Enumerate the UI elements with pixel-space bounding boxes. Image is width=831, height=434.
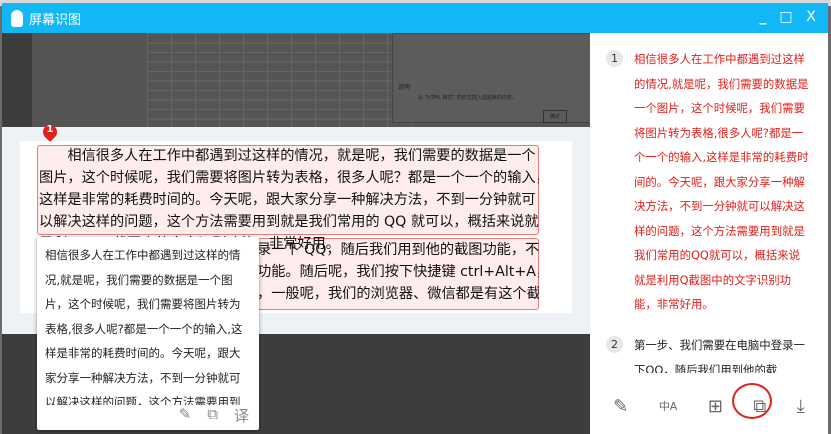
maximize-button[interactable]: □ — [777, 9, 795, 25]
screenshot-background: 说明 以 “HTML 格式” 的形式插入剪贴板的内容。 确定 — [32, 33, 590, 127]
highlight-circle — [732, 383, 772, 419]
ocr-popup: 相信很多人在工作中都遇到过这样的情况,就是呢，我们需要的数据是一个图片，这个时候… — [37, 237, 259, 430]
result-text[interactable]: 第一步、我们需要在电脑中登录一下QQ，随后我们用到他的截 — [634, 333, 810, 373]
result-text[interactable]: 相信很多人在工作中都遇到过这样的情况,就是呢，我们需要的数据是一个图片，这个时候… — [634, 47, 810, 317]
result-number: 2 — [606, 336, 623, 353]
screen-ocr-window: 屏幕识图 _ □ X 说明 以 “HTML 格式” 的形式插入剪贴板的内容。 确… — [2, 3, 828, 434]
dialog-text: 以 “HTML 格式” 的形式插入剪贴板的内容。 — [418, 95, 517, 101]
doc-line: 图片，这个时候呢，我们需要将图片转为表格，很多人呢？都是一个一个的输入， — [39, 170, 539, 186]
close-button[interactable]: X — [802, 9, 820, 25]
minimize-button[interactable]: _ — [754, 9, 772, 25]
doc-line: 录一下 QQ，随后我们用到他的截图功能，不 — [257, 242, 539, 258]
dialog-button: 确定 — [543, 110, 568, 123]
copy-icon[interactable]: ⧉ — [207, 405, 218, 426]
edit-icon[interactable]: ✎ — [613, 396, 628, 417]
block2-text: 录一下 QQ，随后我们用到他的截图功能，不 功能。随后呢，我们按下快捷键 ctr… — [257, 239, 539, 305]
result-item[interactable]: 1 相信很多人在工作中都遇到过这样的情况,就是呢，我们需要的数据是一个图片，这个… — [606, 47, 816, 317]
popup-text: 相信很多人在工作中都遇到过这样的情况,就是呢，我们需要的数据是一个图片，这个时候… — [45, 248, 243, 405]
translate-icon[interactable]: 中A — [659, 398, 678, 414]
title-bar[interactable]: 屏幕识图 _ □ X — [2, 3, 828, 33]
doc-line: 相信很多人在工作中都遇到过这样的情况，就是呢，我们需要的数据是一个 — [39, 148, 536, 164]
dialog-background: 说明 以 “HTML 格式” 的形式插入剪贴板的内容。 确定 — [392, 33, 590, 123]
result-number: 1 — [606, 50, 623, 67]
qq-logo-icon — [11, 9, 23, 27]
doc-line: ，一般呢，我们的浏览器、微信都是有这个截 — [257, 286, 539, 302]
doc-line: 以解决这样的问题，这个方法需要用到就是我们常用的 QQ 就可以，概括来说就 — [39, 214, 539, 230]
dialog-label: 说明 — [398, 84, 411, 91]
results-panel: 1 相信很多人在工作中都遇到过这样的情况,就是呢，我们需要的数据是一个图片，这个… — [590, 33, 828, 434]
bottom-toolbar: ✎ 中A ⊞ ⧉ ⤓ — [590, 378, 828, 434]
doc-line: 这样是非常的耗费时间的。今天呢，跟大家分享一种解决方法，不到一分钟就可 — [39, 192, 536, 208]
block-marker-number: 1 — [46, 124, 54, 135]
translate-button[interactable]: 译 — [234, 405, 249, 426]
download-icon[interactable]: ⤓ — [797, 396, 805, 417]
window-title: 屏幕识图 — [29, 12, 82, 28]
table-convert-icon[interactable]: ⊞ — [708, 396, 723, 417]
edit-icon[interactable]: ✎ — [179, 405, 192, 426]
spreadsheet-grid — [147, 33, 412, 127]
doc-line: 功能。随后呢，我们按下快捷键 ctrl+Alt+A， — [257, 264, 539, 280]
result-item[interactable]: 2 第一步、我们需要在电脑中登录一下QQ，随后我们用到他的截 — [606, 333, 816, 373]
